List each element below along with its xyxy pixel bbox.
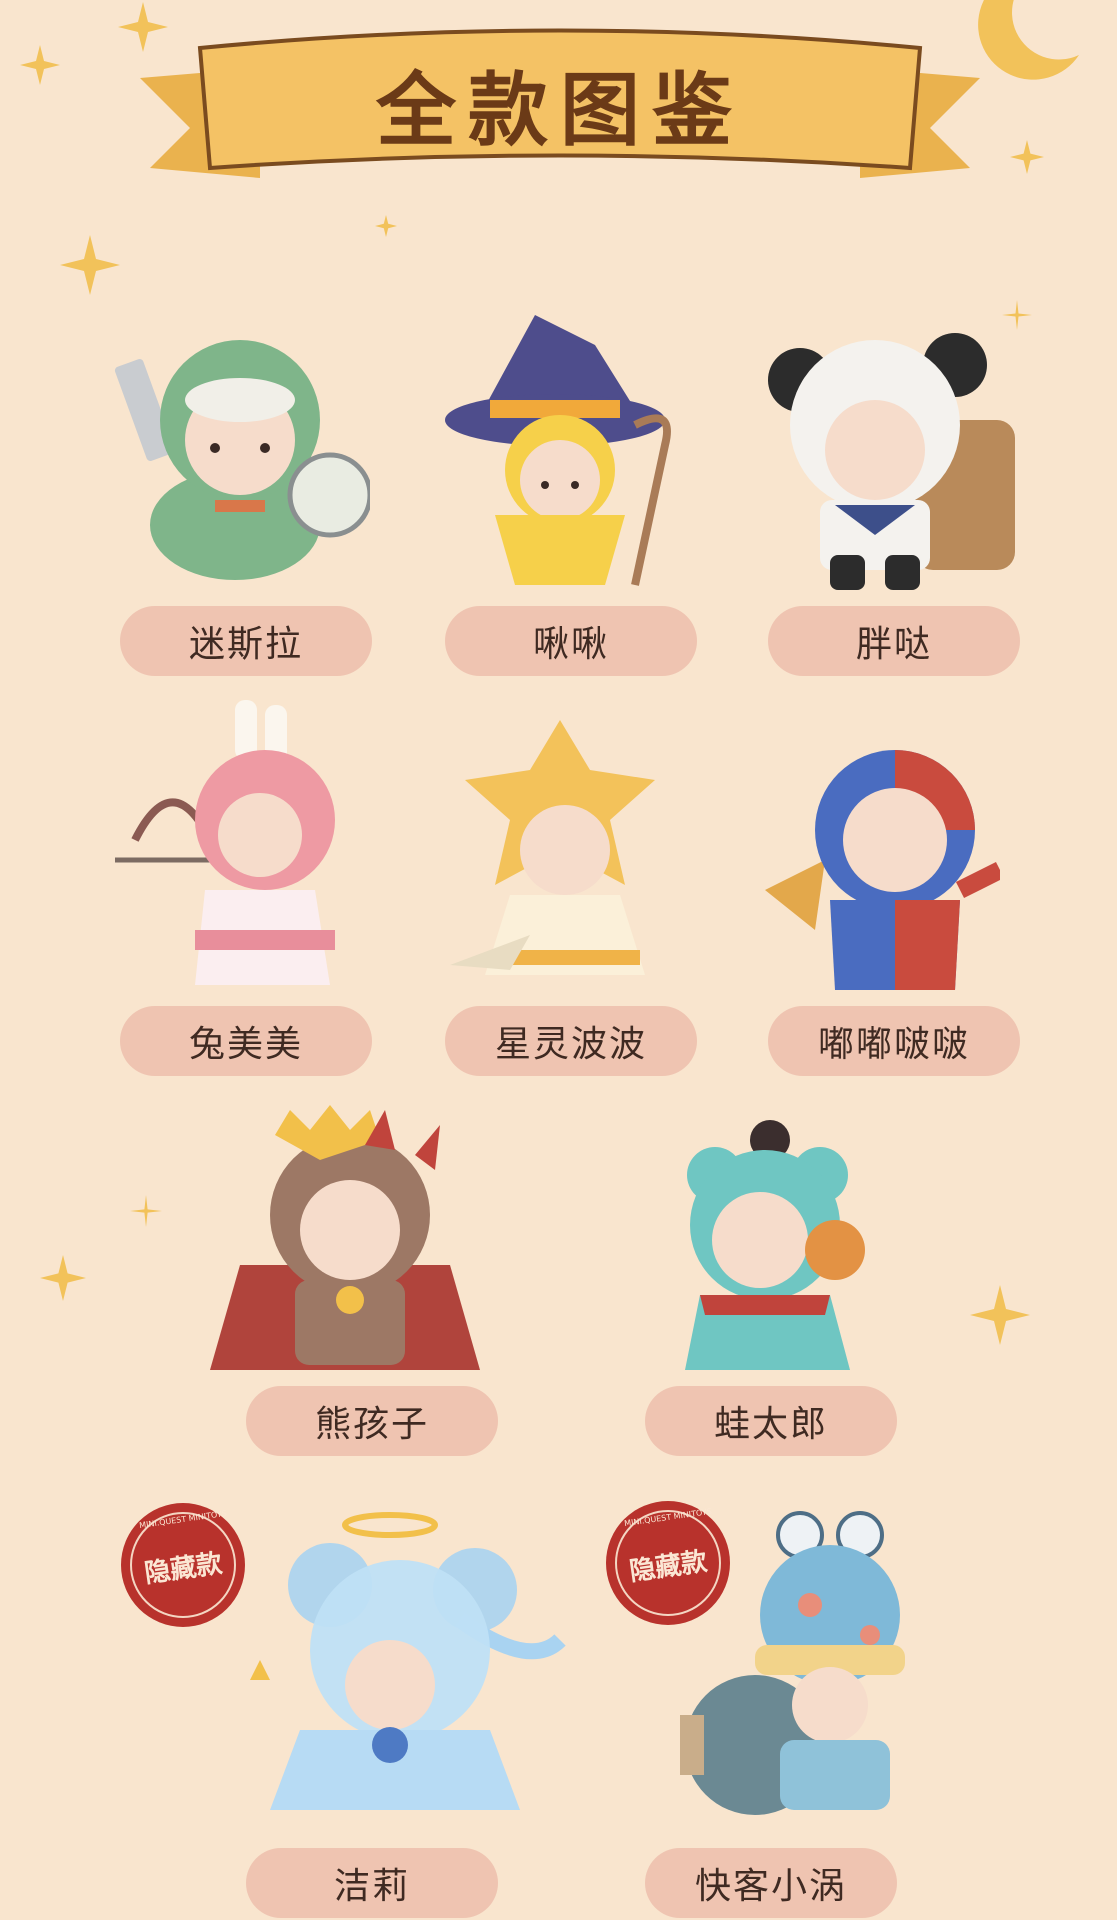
character-label: 胖哒 <box>768 606 1020 676</box>
star-icon <box>375 215 397 237</box>
figure-image <box>685 1120 865 1370</box>
figure-image <box>450 720 655 975</box>
character-label: 星灵波波 <box>445 1006 697 1076</box>
figure-image <box>250 1512 566 1810</box>
figure-image <box>680 1511 905 1815</box>
character-label: 快客小涡 <box>645 1848 897 1918</box>
star-icon <box>1010 140 1044 174</box>
character-label: 熊孩子 <box>246 1386 498 1456</box>
character-label: 兔美美 <box>120 1006 372 1076</box>
sparkle-icon <box>130 1195 162 1227</box>
star-icon <box>40 1255 86 1301</box>
figure-image <box>768 333 1015 590</box>
star-icon <box>20 45 60 85</box>
figure-image <box>445 315 671 586</box>
sparkle-icon <box>1002 300 1032 330</box>
character-label: 迷斯拉 <box>120 606 372 676</box>
character-label: 蛙太郎 <box>645 1386 897 1456</box>
star-icon <box>60 235 120 295</box>
page-title: 全款图鉴 <box>376 64 744 157</box>
star-icon <box>970 1285 1030 1345</box>
character-label: 洁莉 <box>246 1848 498 1918</box>
figure-image <box>210 1105 480 1370</box>
character-label: 嘟嘟啵啵 <box>768 1006 1020 1076</box>
figure-image <box>765 750 1000 990</box>
figure-image <box>114 340 370 580</box>
figure-image <box>115 700 335 985</box>
character-label: 啾啾 <box>445 606 697 676</box>
collection-page: 全款图鉴 迷斯拉 啾啾 胖哒 兔美美 星灵波波 嘟嘟啵啵 熊孩子 蛙太郎 隐藏款… <box>0 0 1117 1920</box>
